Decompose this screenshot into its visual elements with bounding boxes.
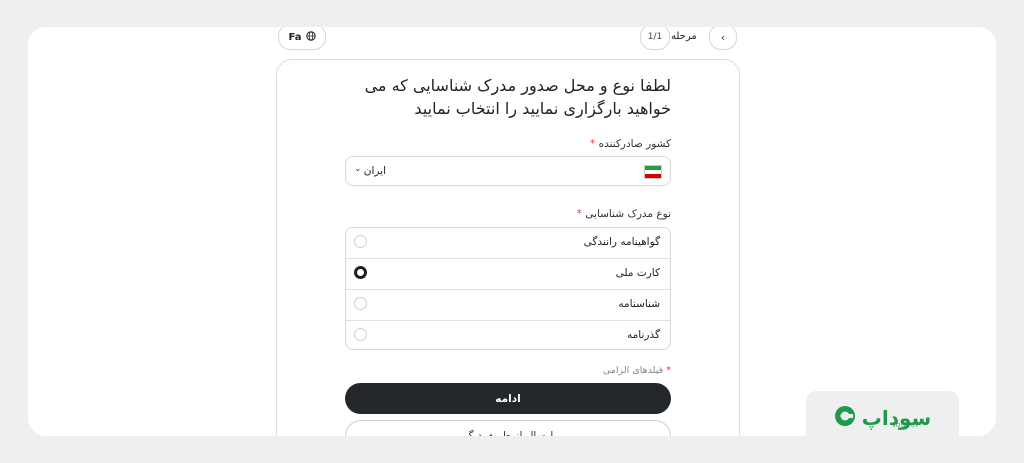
- brand-subtext: SOODUP: [892, 423, 920, 429]
- required-note: * فیلدهای الزامی: [603, 365, 671, 376]
- top-bar: Fa 1/1 مرحله ‹: [28, 27, 996, 55]
- language-switch-button[interactable]: Fa: [278, 27, 326, 50]
- option-passport[interactable]: گذرنامه: [346, 321, 670, 349]
- country-label: کشور صادرکننده *: [590, 138, 671, 150]
- option-birth-certificate[interactable]: شناسنامه: [346, 290, 670, 321]
- chevron-down-icon: ⌄: [354, 164, 362, 174]
- radio-button[interactable]: [354, 297, 367, 310]
- country-label-text: کشور صادرکننده: [598, 138, 671, 150]
- country-select[interactable]: ایران ⌄: [345, 156, 671, 186]
- continue-button[interactable]: ادامه: [345, 383, 671, 414]
- radio-button-checked[interactable]: [354, 266, 367, 279]
- radio-button[interactable]: [354, 328, 367, 341]
- doc-type-radio-group: گواهینامه رانندگی کارت ملی شناسنامه گذرن…: [345, 227, 671, 350]
- step-counter: 1/1: [640, 27, 670, 50]
- radio-button[interactable]: [354, 235, 367, 248]
- globe-icon: [305, 30, 316, 44]
- step-label: مرحله: [671, 31, 697, 42]
- back-button[interactable]: ‹: [709, 27, 737, 50]
- page-container: Fa 1/1 مرحله ‹ لطفا نوع و محل صدور مدرک …: [28, 27, 996, 436]
- required-mark: *: [576, 208, 582, 220]
- required-mark: *: [666, 365, 671, 376]
- option-label: شناسنامه: [618, 298, 660, 310]
- option-driving-license[interactable]: گواهینامه رانندگی: [346, 228, 670, 259]
- brand-mark-icon: [834, 405, 856, 431]
- secondary-button[interactable]: ارسال از طریق دیگر: [345, 420, 671, 436]
- chevron-left-icon: ‹: [720, 30, 726, 44]
- option-label: گواهینامه رانندگی: [583, 236, 660, 248]
- doc-type-label: نوع مدرک شناسایی *: [577, 208, 671, 220]
- language-label: Fa: [288, 31, 302, 43]
- page-title: لطفا نوع و محل صدور مدرک شناسایی که می خ…: [364, 76, 671, 118]
- required-mark: *: [589, 138, 596, 150]
- country-value: ایران: [363, 165, 386, 177]
- form-card: لطفا نوع و محل صدور مدرک شناسایی که می خ…: [276, 59, 740, 436]
- doc-type-label-text: نوع مدرک شناسایی: [585, 208, 671, 220]
- option-label: کارت ملی: [615, 267, 660, 279]
- option-national-card[interactable]: کارت ملی: [346, 259, 670, 290]
- option-label: گذرنامه: [627, 329, 660, 341]
- brand-logo: سوداپ SOODUP: [806, 391, 959, 445]
- iran-flag-icon: [644, 165, 662, 179]
- required-note-text: فیلدهای الزامی: [602, 365, 664, 376]
